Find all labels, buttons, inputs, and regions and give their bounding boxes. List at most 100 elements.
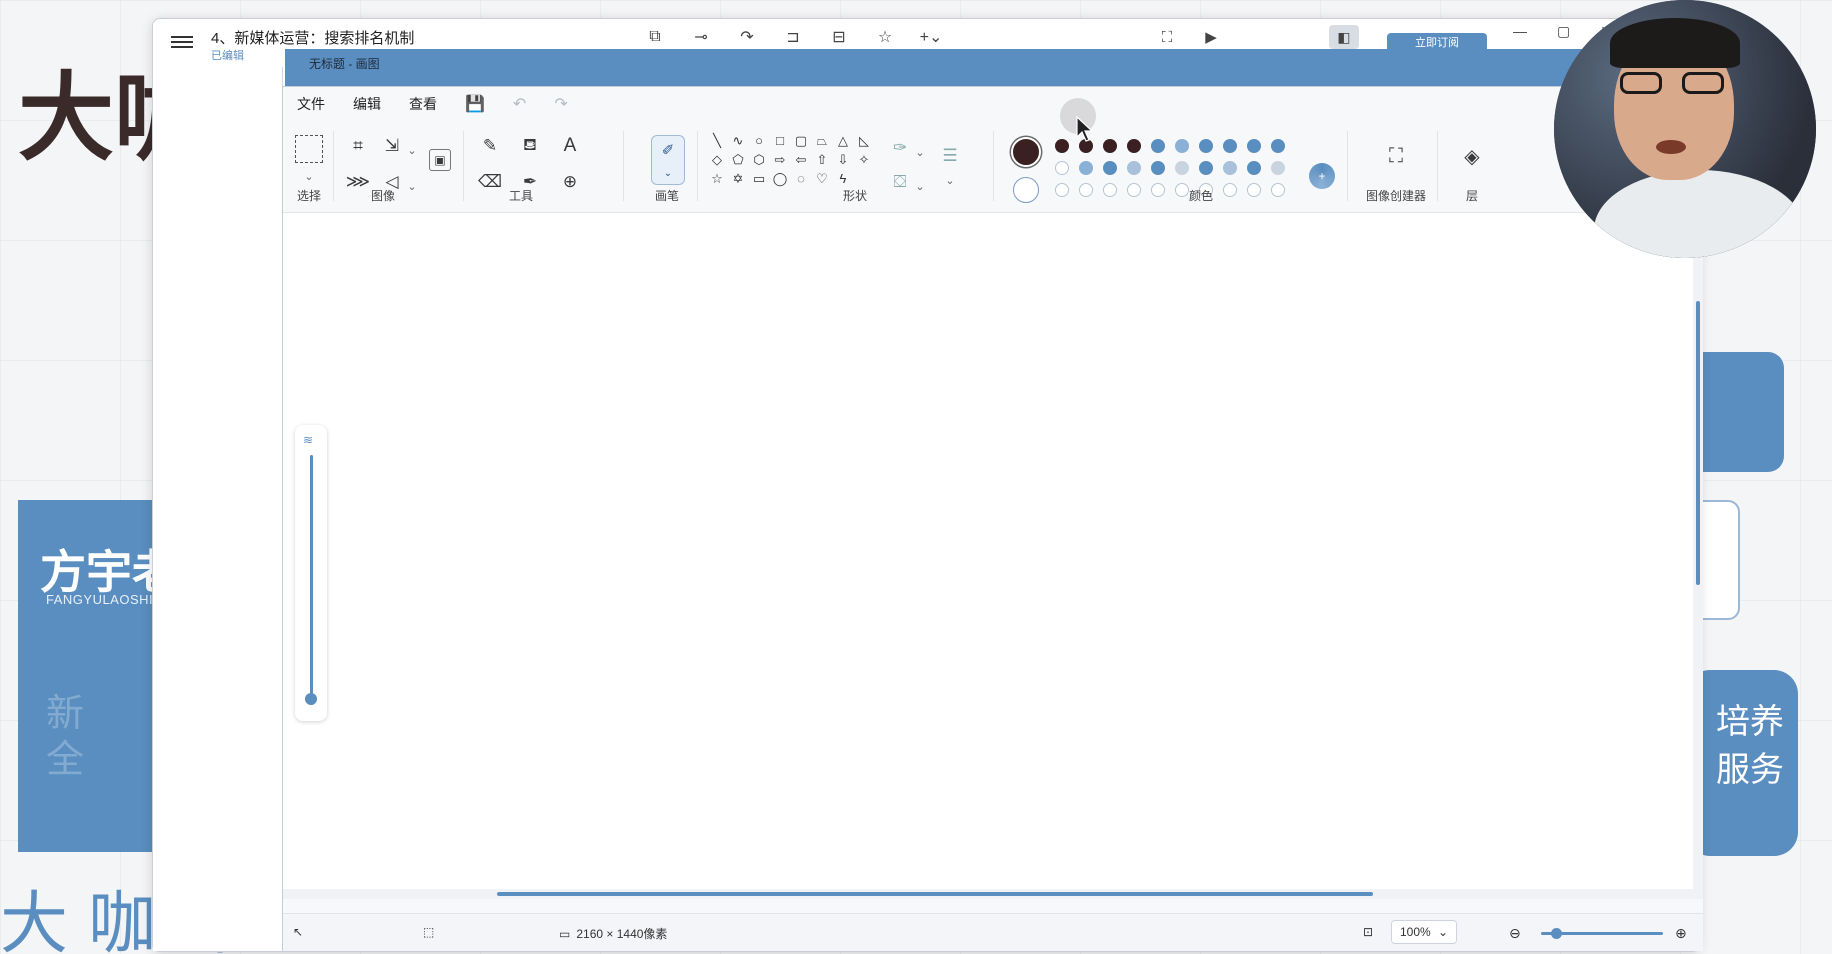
color-swatch[interactable] <box>1223 139 1237 153</box>
color-swatch[interactable] <box>1271 161 1285 175</box>
menu-file[interactable]: 文件 <box>297 94 325 114</box>
rect-callout-shape-icon[interactable]: ▭ <box>749 169 769 188</box>
copy-icon[interactable]: ⧉ <box>643 25 667 49</box>
color-swatch[interactable] <box>1151 161 1165 175</box>
heart-shape-icon[interactable]: ♡ <box>812 169 832 188</box>
vertical-scroll-thumb[interactable] <box>1696 301 1700 585</box>
primary-color-swatch[interactable] <box>1011 137 1041 167</box>
right-triangle-shape-icon[interactable]: ◺ <box>854 131 874 150</box>
size-icon[interactable]: ☰ <box>937 143 963 169</box>
curve-shape-icon[interactable]: ∿ <box>728 131 748 150</box>
redo-icon[interactable]: ↷ <box>735 25 759 49</box>
custom-color-slot[interactable] <box>1271 183 1285 197</box>
minimize-icon[interactable]: — <box>1513 23 1527 40</box>
four-point-star-shape-icon[interactable]: ✧ <box>854 150 874 169</box>
link-icon[interactable]: ⊸ <box>689 25 713 49</box>
play-icon[interactable]: ▶ <box>1199 25 1223 49</box>
eraser-icon[interactable]: ⌫ <box>477 169 503 195</box>
split-icon[interactable]: ⊐ <box>781 25 805 49</box>
line-shape-icon[interactable]: ╲ <box>707 131 727 150</box>
color-swatch[interactable] <box>1199 161 1213 175</box>
zoom-slider[interactable] <box>1541 928 1663 939</box>
zoom-out-icon[interactable]: ⊖ <box>1509 925 1521 942</box>
custom-color-slot[interactable] <box>1247 183 1261 197</box>
crop-icon[interactable]: ⌗ <box>345 133 371 159</box>
hexagon-shape-icon[interactable]: ⬡ <box>749 150 769 169</box>
secondary-color-swatch[interactable] <box>1013 177 1039 203</box>
fit-to-window-icon[interactable]: ⊡ <box>1363 925 1373 939</box>
rounded-rectangle-shape-icon[interactable]: ▢ <box>791 131 811 150</box>
cloud-callout-shape-icon[interactable]: ◌ <box>791 169 811 188</box>
oval-callout-shape-icon[interactable]: ◯ <box>770 169 790 188</box>
hamburger-menu-icon[interactable] <box>171 33 193 51</box>
size-dropdown-icon[interactable]: ⌄ <box>941 167 959 193</box>
color-swatch[interactable] <box>1127 161 1141 175</box>
diamond-shape-icon[interactable]: ◇ <box>707 150 727 169</box>
split-view-icon[interactable]: ◧ <box>1329 25 1359 49</box>
custom-color-slot[interactable] <box>1079 183 1093 197</box>
rectangle-shape-icon[interactable]: □ <box>770 131 790 150</box>
pentagon-shape-icon[interactable]: ⬠ <box>728 150 748 169</box>
color-swatch[interactable] <box>1103 161 1117 175</box>
zoom-slider-knob[interactable] <box>1551 928 1562 939</box>
menu-view[interactable]: 查看 <box>409 94 437 114</box>
color-swatch[interactable] <box>1247 139 1261 153</box>
undo-icon[interactable]: ↶ <box>513 94 526 114</box>
drawing-canvas[interactable] <box>283 213 1693 889</box>
five-point-star-shape-icon[interactable]: ☆ <box>707 169 727 188</box>
fill-dropdown-icon[interactable]: ⌄ <box>911 173 929 199</box>
color-swatch[interactable] <box>1127 139 1141 153</box>
vertical-scrollbar[interactable] <box>1693 213 1703 889</box>
six-point-star-shape-icon[interactable]: ✡ <box>728 169 748 188</box>
select-dropdown-icon[interactable]: ⌄ <box>300 163 318 189</box>
brush-size-slider[interactable]: ≋ <box>295 425 327 721</box>
magnifier-icon[interactable]: ⊕ <box>557 169 583 195</box>
custom-color-slot[interactable] <box>1127 183 1141 197</box>
redo-icon[interactable]: ↷ <box>554 94 567 114</box>
lightning-shape-icon[interactable]: ϟ <box>833 169 853 188</box>
zoom-select[interactable]: 100% ⌄ <box>1391 920 1457 944</box>
save-icon[interactable]: 💾 <box>465 94 485 114</box>
custom-color-slot[interactable] <box>1055 183 1069 197</box>
fill-icon[interactable]: ⛾ <box>517 133 543 159</box>
color-swatch[interactable] <box>1199 139 1213 153</box>
text-icon[interactable]: A <box>557 133 583 159</box>
brush-button[interactable]: ✐ ⌄ <box>651 135 685 185</box>
outline-dropdown-icon[interactable]: ⌄ <box>911 139 929 165</box>
down-arrow-shape-icon[interactable]: ⇩ <box>833 150 853 169</box>
color-swatch[interactable] <box>1079 161 1093 175</box>
menu-edit[interactable]: 编辑 <box>353 94 381 114</box>
up-arrow-shape-icon[interactable]: ⇧ <box>812 150 832 169</box>
star-icon[interactable]: ☆ <box>873 25 897 49</box>
color-swatch[interactable] <box>1055 139 1069 153</box>
pencil-icon[interactable]: ✎ <box>477 133 503 159</box>
layers-icon[interactable]: ◈ <box>1459 143 1485 169</box>
flip-dropdown-icon[interactable]: ⌄ <box>403 173 421 199</box>
resize-dropdown-icon[interactable]: ⌄ <box>403 137 421 163</box>
right-arrow-shape-icon[interactable]: ⇨ <box>770 150 790 169</box>
oval-shape-icon[interactable]: ○ <box>749 131 769 150</box>
resize-icon[interactable]: ⇲ <box>379 133 405 159</box>
select-rect-icon[interactable] <box>295 135 323 163</box>
remove-background-icon[interactable]: ▣ <box>429 149 451 171</box>
edit-colors-icon[interactable]: + <box>1309 163 1335 189</box>
brush-size-knob[interactable] <box>305 693 317 705</box>
color-swatch[interactable] <box>1055 161 1069 175</box>
custom-color-slot[interactable] <box>1223 183 1237 197</box>
screenshot-icon[interactable]: ⊟ <box>827 25 851 49</box>
polygon-shape-icon[interactable]: ⏢ <box>812 131 832 150</box>
color-swatch[interactable] <box>1175 161 1189 175</box>
horizontal-scrollbar[interactable] <box>283 889 1703 899</box>
color-swatch[interactable] <box>1103 139 1117 153</box>
add-icon[interactable]: +⌄ <box>919 25 943 49</box>
horizontal-scroll-thumb[interactable] <box>497 892 1373 896</box>
outline-icon[interactable]: ✑ <box>887 135 913 161</box>
zoom-in-icon[interactable]: ⊕ <box>1675 925 1687 942</box>
left-arrow-shape-icon[interactable]: ⇦ <box>791 150 811 169</box>
color-swatch[interactable] <box>1151 139 1165 153</box>
custom-color-slot[interactable] <box>1103 183 1117 197</box>
fullscreen-icon[interactable]: ⛶ <box>1155 25 1179 49</box>
triangle-shape-icon[interactable]: △ <box>833 131 853 150</box>
color-swatch[interactable] <box>1223 161 1237 175</box>
image-creator-icon[interactable]: ⛶ <box>1383 143 1409 169</box>
